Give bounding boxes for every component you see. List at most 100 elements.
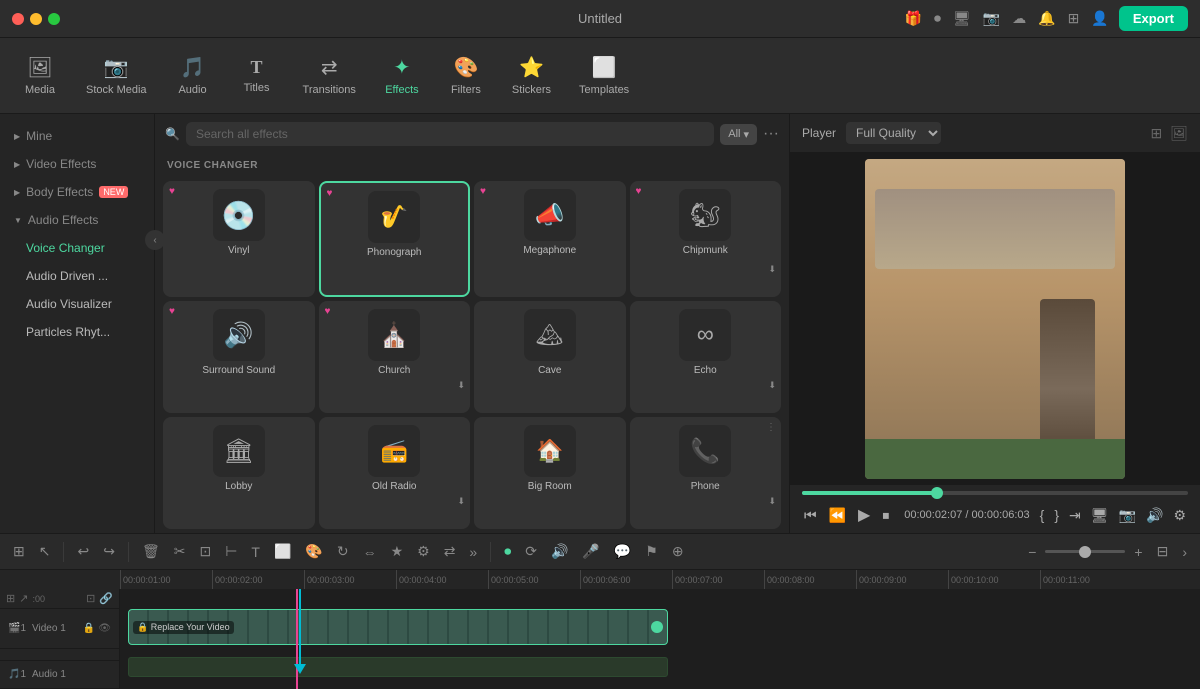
grid-view-icon[interactable]: ⊞ — [1150, 125, 1162, 142]
effect-church[interactable]: ♥ ⛪ ⬇ Church — [319, 301, 471, 413]
sidebar-item-mine[interactable]: ▶ Mine — [0, 122, 154, 150]
mark-in-button[interactable]: { — [1038, 505, 1047, 525]
maximize-button[interactable] — [48, 13, 60, 25]
volume-button[interactable]: 🔊 — [1144, 505, 1165, 526]
toolbar-item-filters[interactable]: 🎨 Filters — [436, 49, 496, 102]
rotate-button[interactable]: ↻ — [332, 540, 354, 563]
filter-button[interactable]: All ▾ — [720, 124, 757, 145]
effect-megaphone[interactable]: ♥ 📣 Megaphone — [474, 181, 626, 297]
effect-vinyl[interactable]: ♥ 💿 Vinyl — [163, 181, 315, 297]
gift-icon[interactable]: 🎁 — [905, 10, 922, 27]
effect-lobby[interactable]: 🏛 Lobby — [163, 417, 315, 529]
audio-btn[interactable]: 🔊 — [546, 540, 573, 563]
cut-button[interactable]: ✂ — [169, 540, 191, 563]
sidebar-item-body-effects[interactable]: ▶ Body Effects NEW — [0, 178, 154, 206]
skip-back-button[interactable]: ⏮ — [802, 505, 819, 526]
toolbar-item-stickers[interactable]: ⭐ Stickers — [500, 49, 563, 102]
monitor-button[interactable]: 🖥 — [1089, 505, 1111, 526]
mark-button[interactable]: ⚑ — [640, 540, 663, 563]
transition-btn[interactable]: ⇄ — [439, 540, 461, 563]
more-button[interactable]: ··· — [763, 125, 779, 143]
grid-icon[interactable]: ⊞ — [1068, 10, 1080, 27]
effect-chipmunk[interactable]: ♥ 🐿 ⬇ Chipmunk — [630, 181, 782, 297]
crop-button[interactable]: ⊡ — [194, 540, 216, 563]
split-view-button[interactable]: ⊞ — [8, 540, 30, 563]
bell-icon[interactable]: 🔔 — [1038, 10, 1055, 27]
timeline-grid-icon[interactable]: ⊞ — [6, 592, 15, 605]
trim-button[interactable]: ⇥ — [1067, 505, 1083, 526]
sidebar-item-audio-effects[interactable]: ▼ Audio Effects — [0, 206, 154, 234]
step-back-button[interactable]: ⏪ — [827, 505, 848, 526]
effect-phonograph[interactable]: ♥ 🎷 Phonograph — [319, 181, 471, 297]
image-icon[interactable]: 🖼 — [1170, 125, 1188, 142]
sidebar-item-video-effects[interactable]: ▶ Video Effects — [0, 150, 154, 178]
stop-button[interactable]: ⏹ — [880, 505, 891, 526]
audio-clip[interactable] — [128, 657, 668, 677]
paint-button[interactable]: 🎨 — [300, 540, 327, 563]
toolbar-item-stock[interactable]: 📷 Stock Media — [74, 49, 159, 102]
effect-apply-button[interactable]: ★ — [386, 540, 409, 563]
avatar-icon[interactable]: 👤 — [1091, 10, 1108, 27]
toolbar-item-templates[interactable]: ⬜ Templates — [567, 49, 641, 102]
delete-button[interactable]: 🗑 — [137, 540, 165, 563]
adjust-button[interactable]: ⚙ — [412, 540, 435, 563]
search-input[interactable] — [186, 122, 714, 146]
timeline-link-icon[interactable]: 🔗 — [99, 592, 113, 605]
sidebar-item-voice-changer[interactable]: Voice Changer — [0, 234, 154, 262]
effect-big-room[interactable]: 🏠 Big Room — [474, 417, 626, 529]
sidebar-item-audio-visualizer[interactable]: Audio Visualizer — [0, 290, 154, 318]
sidebar-item-audio-driven[interactable]: Audio Driven ... — [0, 262, 154, 290]
snapshot-icon[interactable]: 📷 — [983, 10, 1000, 27]
split-button[interactable]: ⊢ — [220, 540, 242, 563]
toolbar-item-transitions[interactable]: ⇄ Transitions — [291, 49, 368, 102]
quality-select[interactable]: Full Quality Half Quality — [846, 122, 941, 144]
zoom-slider[interactable] — [1045, 550, 1125, 553]
cloud-icon[interactable]: ☁ — [1012, 10, 1026, 27]
snapshot-btn[interactable]: 📷 — [1117, 505, 1138, 526]
close-button[interactable] — [12, 13, 24, 25]
timeline-snap-icon[interactable]: ⊡ — [86, 592, 95, 605]
eye-icon[interactable]: 👁 — [98, 623, 111, 634]
redo-button[interactable]: ↪ — [98, 540, 120, 563]
text-button[interactable]: T — [246, 541, 265, 563]
record-icon[interactable]: ⏺ — [934, 10, 941, 27]
lock-icon[interactable]: 🔒 — [83, 623, 95, 634]
export-button[interactable]: Export — [1119, 6, 1188, 31]
toolbar-item-titles[interactable]: T Titles — [227, 51, 287, 100]
video-clip[interactable]: 🔒 Replace Your Video — [128, 609, 668, 645]
minimize-button[interactable] — [30, 13, 42, 25]
timeline-arrow-icon[interactable]: ↗ — [19, 592, 28, 605]
motion-button[interactable]: ⟳ — [520, 540, 542, 563]
toolbar-item-effects[interactable]: ✦ Effects — [372, 49, 432, 102]
toolbar-item-audio[interactable]: 🎵 Audio — [163, 49, 223, 102]
effect-cave[interactable]: 🏔 Cave — [474, 301, 626, 413]
record-button[interactable]: ⏺ — [499, 540, 516, 563]
screen-icon[interactable]: 🖥 — [953, 10, 971, 27]
layout-button[interactable]: ⊟ — [1152, 540, 1174, 563]
progress-thumb[interactable] — [931, 487, 943, 499]
play-button[interactable]: ▶ — [856, 503, 872, 527]
toolbar-item-media[interactable]: 🖼 Media — [10, 49, 70, 102]
subtitle-button[interactable]: 💬 — [609, 540, 636, 563]
mark-out-button[interactable]: } — [1052, 505, 1061, 525]
mic-button[interactable]: 🎤 — [577, 540, 604, 563]
effect-old-radio[interactable]: 📻 ⬇ Old Radio — [319, 417, 471, 529]
more-tools-button[interactable]: » — [464, 541, 482, 563]
track-add-button[interactable]: ⊕ — [667, 540, 689, 563]
zoom-out-button[interactable]: − — [1023, 541, 1041, 563]
sidebar-item-particles-rhythm[interactable]: Particles Rhyt... — [0, 318, 154, 346]
transitions-icon: ⇄ — [321, 55, 338, 80]
more-options-icon[interactable]: ⋮ — [766, 422, 776, 433]
effect-surround-sound[interactable]: ♥ 🔊 Surround Sound — [163, 301, 315, 413]
settings-button[interactable]: ⚙ — [1171, 505, 1188, 526]
echo-icon-box: ∞ — [679, 309, 731, 361]
effect-phone[interactable]: 📞 ⬇ Phone ⋮ — [630, 417, 782, 529]
frame-button[interactable]: ⬜ — [269, 540, 296, 563]
mirror-button[interactable]: ⇔ — [358, 541, 382, 563]
progress-bar[interactable] — [802, 491, 1188, 495]
expand-button[interactable]: › — [1177, 541, 1192, 563]
undo-button[interactable]: ↩ — [72, 540, 94, 563]
pointer-button[interactable]: ↖ — [34, 540, 56, 563]
effect-echo[interactable]: ∞ ⬇ Echo — [630, 301, 782, 413]
zoom-in-button[interactable]: + — [1129, 541, 1147, 563]
